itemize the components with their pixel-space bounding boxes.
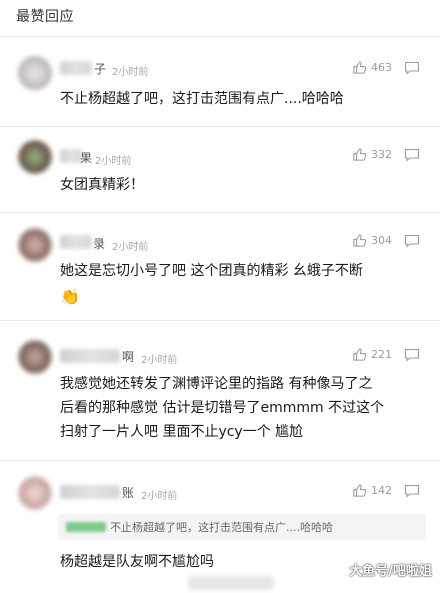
timestamp: 2小时前: [95, 156, 132, 167]
quoted-username-blurred: [66, 522, 106, 532]
divider: [0, 36, 440, 37]
like-count: 304: [371, 234, 392, 247]
comment-text: 女团真精彩！: [60, 177, 144, 193]
like-button[interactable]: 463: [352, 60, 392, 75]
quoted-text: 不止杨超越了吧，这打击范围有点广....哈哈哈: [110, 521, 333, 534]
comment-text-line: 我感觉她还转发了渊博评论里的指路 有种像马了之: [60, 376, 373, 392]
divider: [0, 320, 440, 321]
comment-bubble-icon[interactable]: [404, 348, 420, 362]
clapping-hands-emoji: 👏: [60, 287, 80, 306]
divider: [0, 460, 440, 461]
thumbs-up-icon: [353, 484, 367, 497]
avatar[interactable]: [18, 56, 52, 90]
comment-bubble-icon[interactable]: [404, 61, 420, 75]
like-button[interactable]: 304: [352, 233, 392, 248]
comment-bubble-icon[interactable]: [404, 234, 420, 248]
username-blurred[interactable]: [60, 61, 92, 75]
like-count: 463: [371, 61, 392, 74]
like-count: 142: [371, 484, 392, 497]
like-count: 221: [371, 348, 392, 361]
divider: [0, 212, 440, 213]
username-suffix[interactable]: 啊: [122, 348, 134, 365]
avatar[interactable]: [18, 340, 52, 374]
comment-item: 子 2小时前 463 不止杨超越了吧，这打击范围有点广....哈哈哈: [0, 44, 440, 126]
comment-text-line: 后看的那种感觉 估计是切错号了emmmm 不过这个: [60, 400, 385, 416]
username-suffix[interactable]: 录: [93, 235, 105, 252]
thumbs-up-icon: [353, 148, 367, 161]
username-blurred[interactable]: [60, 235, 92, 249]
avatar[interactable]: [18, 476, 52, 510]
quoted-comment[interactable]: 不止杨超越了吧，这打击范围有点广....哈哈哈: [58, 514, 426, 540]
like-button[interactable]: 142: [352, 483, 392, 498]
timestamp: 2小时前: [141, 355, 178, 366]
thumbs-up-icon: [353, 61, 367, 74]
thumbs-up-icon: [353, 348, 367, 361]
comment-item: 录 2小时前 304 她这是忘切小号了吧 这个团真的精彩 幺蛾子不断 👏: [0, 218, 440, 318]
timestamp: 2小时前: [141, 491, 178, 502]
comment-bubble-icon[interactable]: [404, 484, 420, 498]
blurred-content: [188, 576, 274, 590]
avatar[interactable]: [18, 140, 52, 174]
username-blurred[interactable]: [60, 149, 82, 163]
like-count: 332: [371, 148, 392, 161]
comments-screen: 最赞回应 子 2小时前 463 不止杨超越了吧，这打击范围有点广....哈哈哈 …: [0, 0, 440, 593]
like-button[interactable]: 332: [352, 147, 392, 162]
section-title: 最赞回应: [16, 9, 74, 25]
comment-text: 不止杨超越了吧，这打击范围有点广....哈哈哈: [60, 91, 344, 107]
comment-bubble-icon[interactable]: [404, 148, 420, 162]
username-suffix[interactable]: 果: [80, 149, 92, 166]
timestamp: 2小时前: [112, 67, 149, 78]
avatar[interactable]: [18, 228, 52, 262]
comment-item: 啊 2小时前 221 我感觉她还转发了渊博评论里的指路 有种像马了之 后看的那种…: [0, 328, 440, 458]
comment-text-line: 扫射了一片人吧 里面不止ycy一个 尴尬: [60, 424, 304, 440]
username-blurred[interactable]: [60, 485, 120, 499]
timestamp: 2小时前: [112, 242, 149, 253]
username-blurred[interactable]: [60, 349, 120, 363]
comment-item: 果 2小时前 332 女团真精彩！: [0, 132, 440, 212]
comment-text: 她这是忘切小号了吧 这个团真的精彩 幺蛾子不断: [60, 263, 363, 279]
like-button[interactable]: 221: [352, 347, 392, 362]
username-suffix[interactable]: 账: [122, 484, 134, 501]
username-suffix[interactable]: 子: [94, 60, 106, 77]
watermark: 大鱼号/吧啦姐: [349, 564, 432, 579]
thumbs-up-icon: [353, 234, 367, 247]
divider: [0, 126, 440, 127]
